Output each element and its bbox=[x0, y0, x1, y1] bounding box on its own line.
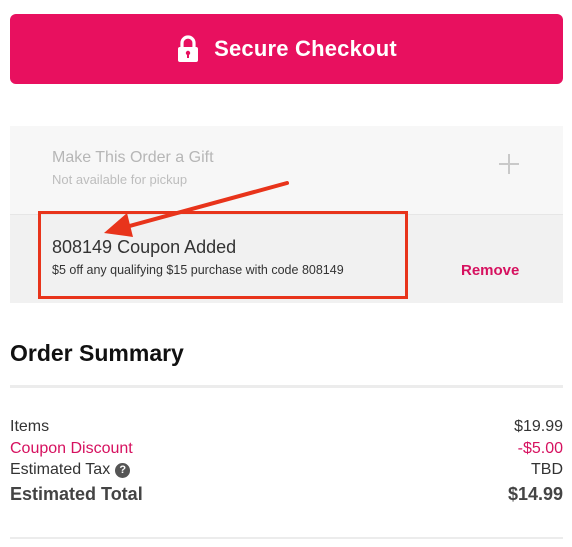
coupon-discount-value: -$5.00 bbox=[517, 440, 563, 457]
summary-line-estimated-tax: Estimated Tax? TBD bbox=[10, 461, 563, 479]
items-value: $19.99 bbox=[514, 418, 563, 435]
gift-option-subtitle: Not available for pickup bbox=[52, 172, 188, 187]
estimated-tax-label-wrap: Estimated Tax? bbox=[10, 461, 131, 479]
summary-line-coupon-discount: Coupon Discount -$5.00 bbox=[10, 440, 563, 458]
gift-option-title: Make This Order a Gift bbox=[52, 149, 214, 166]
order-summary-title: Order Summary bbox=[10, 340, 184, 366]
order-options-panel: Make This Order a Gift Not available for… bbox=[10, 126, 563, 303]
estimated-tax-label: Estimated Tax bbox=[10, 461, 111, 478]
coupon-discount-label: Coupon Discount bbox=[10, 440, 133, 457]
secure-checkout-label: Secure Checkout bbox=[214, 36, 397, 61]
secure-checkout-button[interactable]: Secure Checkout bbox=[10, 14, 563, 84]
summary-line-estimated-total: Estimated Total $14.99 bbox=[10, 484, 563, 505]
coupon-description: $5 off any qualifying $15 purchase with … bbox=[52, 263, 344, 277]
checkout-page: Secure Checkout Make This Order a Gift N… bbox=[0, 0, 572, 547]
coupon-title: 808149 Coupon Added bbox=[52, 237, 237, 257]
summary-divider bbox=[10, 385, 563, 388]
estimated-total-label: Estimated Total bbox=[10, 484, 143, 504]
remove-coupon-button[interactable]: Remove bbox=[461, 262, 519, 279]
gift-option-row: Make This Order a Gift Not available for… bbox=[10, 126, 563, 214]
question-circle-icon[interactable]: ? bbox=[115, 463, 131, 478]
summary-line-items: Items $19.99 bbox=[10, 418, 563, 436]
estimated-total-value: $14.99 bbox=[507, 484, 563, 504]
plus-icon bbox=[498, 153, 520, 175]
estimated-tax-value: TBD bbox=[531, 461, 563, 478]
items-label: Items bbox=[10, 418, 50, 435]
coupon-row: 808149 Coupon Added $5 off any qualifyin… bbox=[10, 215, 563, 303]
lock-icon bbox=[176, 35, 200, 63]
bottom-divider bbox=[10, 537, 563, 539]
